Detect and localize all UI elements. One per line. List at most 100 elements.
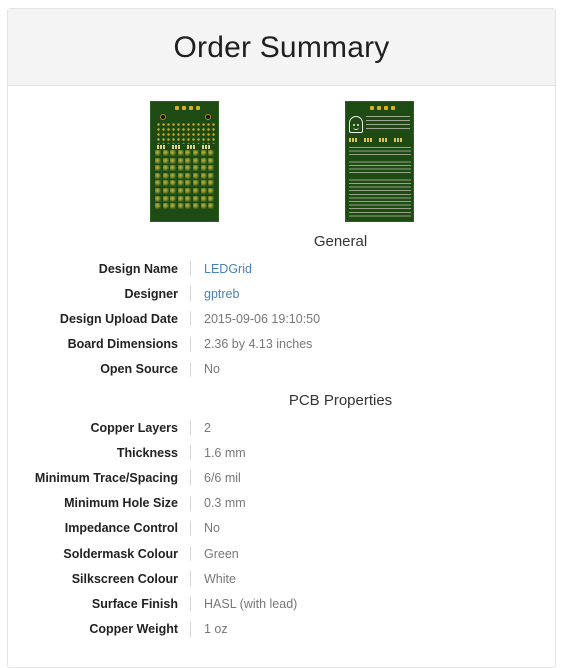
- row-divider: [190, 286, 191, 302]
- led-pad: [185, 180, 192, 187]
- property-value: 1 oz: [204, 622, 228, 637]
- led-pad: [155, 195, 161, 202]
- property-row: Board Dimensions 2.36 by 4.13 inches: [8, 332, 555, 357]
- led-pad: [162, 165, 169, 172]
- led-pad: [192, 180, 199, 187]
- property-value: No: [204, 521, 220, 536]
- led-pad: [177, 165, 184, 172]
- led-pad: [177, 195, 184, 202]
- led-pad: [208, 165, 215, 172]
- row-divider: [190, 470, 191, 486]
- led-pad: [170, 187, 177, 194]
- led-pad: [170, 157, 177, 164]
- property-label: Impedance Control: [64, 521, 178, 536]
- property-value: 2.36 by 4.13 inches: [204, 337, 313, 352]
- led-pad: [177, 203, 184, 210]
- led-pad: [192, 187, 199, 194]
- led-pad: [200, 187, 207, 194]
- row-divider: [190, 596, 191, 612]
- property-value: Green: [204, 546, 239, 561]
- led-pad: [192, 150, 199, 156]
- led-grid-graphic: [155, 150, 215, 210]
- led-pad: [162, 187, 169, 194]
- property-label: Silkscreen Colour: [71, 571, 178, 586]
- property-label: Minimum Hole Size: [64, 496, 178, 511]
- property-label: Copper Layers: [90, 420, 178, 435]
- led-pad: [155, 150, 161, 156]
- led-pad: [192, 172, 199, 179]
- row-divider: [190, 445, 191, 461]
- property-row: Surface Finish HASL (with lead): [8, 591, 555, 616]
- led-pad: [208, 203, 215, 210]
- property-value: 6/6 mil: [204, 470, 241, 485]
- led-pad: [200, 165, 207, 172]
- property-row: Design Name LEDGrid: [8, 256, 555, 281]
- pcb-back-image[interactable]: [345, 101, 414, 222]
- led-pad: [170, 165, 177, 172]
- property-value-link[interactable]: LEDGrid: [204, 262, 252, 276]
- property-label: Minimum Trace/Spacing: [34, 470, 178, 485]
- led-pad: [185, 203, 192, 210]
- property-row: Silkscreen Colour White: [8, 566, 555, 591]
- led-pad: [155, 187, 161, 194]
- led-pad: [208, 150, 215, 156]
- led-pad: [200, 172, 207, 179]
- led-pad: [162, 150, 169, 156]
- property-row: Design Upload Date 2015-09-06 19:10:50: [8, 306, 555, 331]
- property-label: Surface Finish: [91, 596, 178, 611]
- property-value: 2: [204, 420, 211, 435]
- led-pad: [162, 172, 169, 179]
- row-divider: [190, 361, 191, 377]
- property-row: Designer gptreb: [8, 281, 555, 306]
- row-divider: [190, 546, 191, 561]
- property-row: Thickness 1.6 mm: [8, 440, 555, 465]
- led-pad: [192, 195, 199, 202]
- led-pad: [192, 203, 199, 210]
- property-label: Thickness: [116, 445, 178, 460]
- pcb-front-image[interactable]: [150, 101, 219, 222]
- row-divider: [190, 571, 191, 587]
- page-title: Order Summary: [173, 31, 390, 64]
- row-divider: [190, 336, 191, 352]
- led-pad: [185, 172, 192, 179]
- property-value: HASL (with lead): [204, 596, 298, 611]
- property-row: Copper Layers 2: [8, 415, 555, 440]
- led-pad: [170, 195, 177, 202]
- row-divider: [190, 621, 191, 637]
- led-pad: [177, 187, 184, 194]
- led-pad: [155, 203, 161, 210]
- property-row: Impedance Control No: [8, 516, 555, 541]
- property-label: Design Name: [98, 261, 178, 276]
- led-pad: [162, 195, 169, 202]
- led-pad: [155, 180, 161, 187]
- property-row: Minimum Trace/Spacing 6/6 mil: [8, 465, 555, 490]
- robot-logo-icon: [349, 116, 363, 133]
- led-pad: [192, 157, 199, 164]
- property-row: Copper Weight 1 oz: [8, 617, 555, 642]
- row-divider: [190, 311, 191, 327]
- section-title-general: General: [313, 233, 368, 250]
- led-pad: [208, 195, 215, 202]
- property-label: Copper Weight: [89, 622, 178, 637]
- section-title-pcb-properties: PCB Properties: [288, 392, 393, 409]
- led-pad: [170, 150, 177, 156]
- led-pad: [155, 172, 161, 179]
- led-pad: [185, 195, 192, 202]
- property-row: Minimum Hole Size 0.3 mm: [8, 491, 555, 516]
- led-pad: [185, 187, 192, 194]
- property-value-link[interactable]: gptreb: [204, 287, 239, 301]
- led-pad: [185, 165, 192, 172]
- led-pad: [170, 172, 177, 179]
- property-row: Open Source No: [8, 357, 555, 382]
- property-label: Designer: [124, 286, 179, 301]
- led-pad: [200, 203, 207, 210]
- property-value: 2015-09-06 19:10:50: [204, 311, 321, 326]
- property-value: 0.3 mm: [204, 496, 246, 511]
- led-pad: [192, 165, 199, 172]
- property-value: No: [204, 362, 220, 377]
- led-pad: [177, 150, 184, 156]
- row-divider: [190, 495, 191, 511]
- property-value: White: [204, 571, 236, 586]
- property-label: Soldermask Colour: [63, 546, 178, 561]
- card-header: Order Summary: [8, 9, 555, 86]
